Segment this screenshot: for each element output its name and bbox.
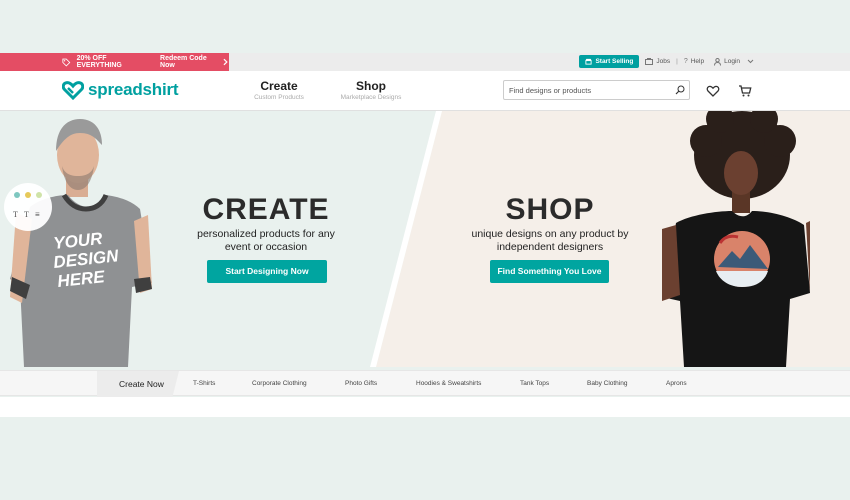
shop-icon [585, 58, 592, 65]
separator: | [676, 58, 678, 65]
briefcase-icon [645, 58, 654, 65]
nav-shop[interactable]: Shop Marketplace Designs [338, 79, 404, 101]
chevron-right-icon [223, 58, 228, 66]
tag-icon [62, 58, 71, 67]
login-link[interactable]: Login [714, 57, 754, 66]
nav-create-title: Create [260, 79, 298, 93]
help-label: Help [690, 58, 705, 65]
redeem-code-label: Redeem Code Now [160, 55, 207, 69]
nav-create[interactable]: Create Custom Products [252, 79, 306, 101]
category-nav: Create Now T-Shirts Corporate Clothing P… [0, 370, 850, 397]
main-header: spreadshirt Create Custom Products Shop … [0, 71, 850, 111]
promo-text: 20% OFF EVERYTHING [76, 55, 122, 69]
help-icon: ? [683, 58, 688, 65]
shop-title: SHOP [505, 193, 595, 226]
search-input[interactable] [504, 85, 671, 95]
model-shop-image [662, 111, 810, 367]
category-tank-tops[interactable]: Tank Tops [520, 380, 549, 387]
category-hoodies-sweatshirts[interactable]: Hoodies & Sweatshirts [416, 380, 481, 387]
svg-text:T: T [24, 210, 29, 219]
jobs-label: Jobs [656, 58, 671, 65]
jobs-link[interactable]: Jobs [645, 58, 670, 65]
content-band [0, 397, 850, 417]
find-something-button[interactable]: Find Something You Love [490, 260, 609, 283]
nav-create-subtitle: Custom Products [254, 94, 304, 101]
start-selling-button[interactable]: Start Selling [579, 55, 640, 68]
user-icon [714, 57, 722, 66]
nav-shop-title: Shop [356, 79, 386, 93]
model-create-image: YOUR DESIGN HERE T T ≡ [4, 119, 152, 367]
logo-text: spreadshirt [88, 80, 179, 99]
promo-banner[interactable]: 20% OFF EVERYTHING Redeem Code Now [0, 53, 229, 71]
category-aprons[interactable]: Aprons [666, 380, 687, 387]
shop-subtitle: unique designs on any product by indepen… [459, 228, 641, 254]
search-button[interactable] [671, 81, 689, 99]
shop-subtitle-line1: unique designs on any product by [471, 228, 629, 240]
heart-logo-icon [62, 80, 84, 100]
nav-shop-subtitle: Marketplace Designs [340, 94, 402, 101]
start-designing-button[interactable]: Start Designing Now [207, 260, 327, 283]
category-corporate-clothing[interactable]: Corporate Clothing [252, 380, 307, 387]
start-selling-label: Start Selling [595, 58, 634, 65]
svg-text:T: T [13, 210, 18, 219]
utility-bar: 20% OFF EVERYTHING Redeem Code Now Start… [0, 53, 850, 71]
hero-banner: YOUR DESIGN HERE T T ≡ CREATE personaliz… [0, 111, 850, 367]
create-now-tab[interactable]: Create Now [97, 371, 179, 397]
search-bar [503, 80, 690, 100]
login-label: Login [724, 58, 740, 65]
chevron-down-icon [747, 59, 754, 64]
create-title: CREATE [202, 193, 330, 226]
cart-icon[interactable] [738, 84, 752, 98]
create-subtitle-line1: personalized products for any [197, 228, 335, 240]
svg-text:≡: ≡ [35, 210, 40, 219]
category-photo-gifts[interactable]: Photo Gifts [345, 380, 377, 387]
help-link[interactable]: ? Help [684, 58, 704, 65]
create-subtitle: personalized products for any event or o… [186, 228, 346, 254]
utility-links: Start Selling Jobs | ? Help Login [579, 55, 754, 68]
heart-icon[interactable] [706, 84, 720, 98]
search-icon [675, 85, 685, 95]
category-t-shirts[interactable]: T-Shirts [193, 380, 215, 387]
category-baby-clothing[interactable]: Baby Clothing [587, 380, 627, 387]
shop-subtitle-line2: independent designers [496, 241, 604, 253]
spreadshirt-logo[interactable]: spreadshirt [62, 80, 179, 100]
redeem-code-link[interactable]: Redeem Code Now [160, 55, 229, 69]
create-subtitle-line2: event or occasion [224, 241, 308, 253]
